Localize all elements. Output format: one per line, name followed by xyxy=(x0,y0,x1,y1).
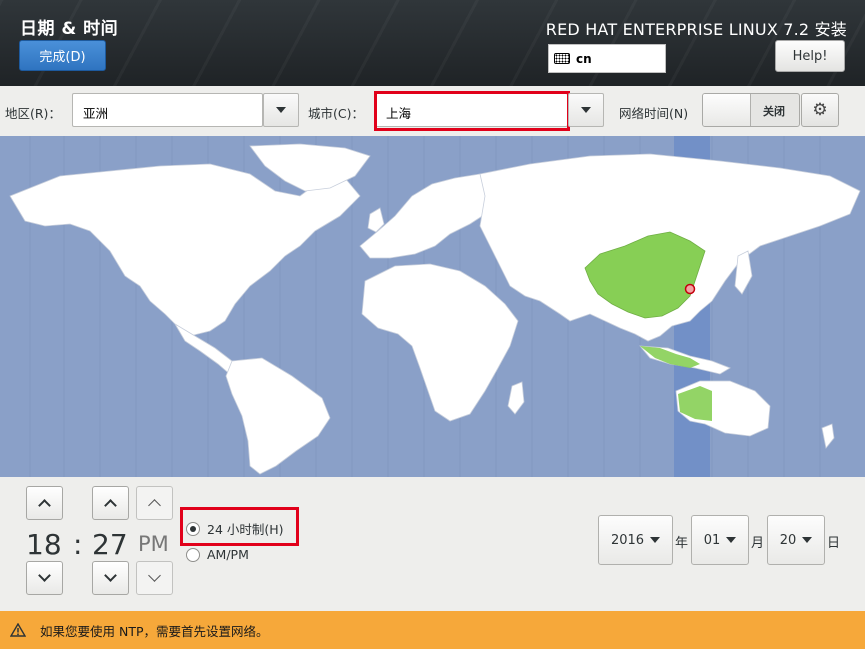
period-up-button[interactable] xyxy=(136,486,173,520)
time-date-panel: 18 : 27 PM 24 小时制(H) AM/PM 2016 年 01 月 2… xyxy=(0,477,865,611)
chevron-down-icon xyxy=(276,107,286,113)
hour-up-button[interactable] xyxy=(26,486,63,520)
day-combo[interactable]: 20 xyxy=(767,515,825,565)
chevron-down-icon xyxy=(581,107,591,113)
switch-knob xyxy=(703,94,751,126)
timezone-toolbar: 地区(R)： 亚洲 城市(C)： 上海 网络时间(N) 关闭 ⚙ xyxy=(0,86,865,136)
warning-icon xyxy=(10,623,26,637)
help-button[interactable]: Help! xyxy=(775,40,845,72)
format-ampm-label: AM/PM xyxy=(207,547,249,562)
minute-up-button[interactable] xyxy=(92,486,129,520)
year-unit: 年 xyxy=(675,536,689,551)
month-combo[interactable]: 01 xyxy=(691,515,749,565)
gear-icon: ⚙ xyxy=(812,100,828,120)
chevron-up-icon xyxy=(148,499,161,512)
page-title: 日期 & 时间 xyxy=(20,19,119,39)
warning-bar: 如果您要使用 NTP，需要首先设置网络。 xyxy=(0,611,865,649)
network-time-switch[interactable]: 关闭 xyxy=(702,93,800,127)
done-button[interactable]: 完成(D) xyxy=(19,40,106,71)
period-down-button[interactable] xyxy=(136,561,173,595)
keyboard-layout-indicator[interactable]: cn xyxy=(548,44,666,73)
day-value: 20 xyxy=(779,532,797,548)
network-time-label: 网络时间(N) xyxy=(619,106,689,121)
chevron-down-icon xyxy=(104,569,117,582)
period-value: PM xyxy=(138,532,169,556)
radio-ampm[interactable] xyxy=(186,547,200,562)
keyboard-icon xyxy=(554,53,570,64)
timezone-map[interactable] xyxy=(0,136,865,477)
product-title: RED HAT ENTERPRISE LINUX 7.2 安装 xyxy=(545,20,847,39)
year-combo[interactable]: 2016 xyxy=(598,515,673,565)
city-highlight-box xyxy=(374,91,570,131)
day-unit: 日 xyxy=(827,536,841,551)
switch-state-label: 关闭 xyxy=(763,105,785,118)
city-marker xyxy=(684,283,696,295)
hour-down-button[interactable] xyxy=(26,561,63,595)
header-bar: 日期 & 时间 完成(D) RED HAT ENTERPRISE LINUX 7… xyxy=(0,0,865,86)
chevron-down-icon xyxy=(38,569,51,582)
ntp-settings-button[interactable]: ⚙ xyxy=(801,93,839,127)
city-dropdown-button[interactable] xyxy=(568,93,604,127)
hour-value: 18 xyxy=(26,528,62,561)
region-dropdown-button[interactable] xyxy=(263,93,299,127)
chevron-up-icon xyxy=(104,499,117,512)
keyboard-layout-label: cn xyxy=(576,51,592,66)
format-ampm-option[interactable]: AM/PM xyxy=(186,547,249,562)
format-highlight-box xyxy=(180,507,299,546)
month-unit: 月 xyxy=(751,536,765,551)
world-map-graphic xyxy=(9,136,861,477)
chevron-down-icon xyxy=(650,537,661,543)
chevron-up-icon xyxy=(38,499,51,512)
chevron-down-icon xyxy=(726,537,737,543)
city-label: 城市(C)： xyxy=(308,106,364,121)
warning-text: 如果您要使用 NTP，需要首先设置网络。 xyxy=(40,623,269,639)
minute-value: 27 xyxy=(92,528,128,561)
time-separator: : xyxy=(73,528,83,561)
chevron-down-icon xyxy=(148,569,161,582)
minute-down-button[interactable] xyxy=(92,561,129,595)
year-value: 2016 xyxy=(610,532,645,548)
chevron-down-icon xyxy=(802,537,813,543)
region-combo[interactable]: 亚洲 xyxy=(72,93,263,127)
month-value: 01 xyxy=(703,532,721,548)
region-label: 地区(R)： xyxy=(5,106,61,121)
region-value: 亚洲 xyxy=(83,106,109,121)
